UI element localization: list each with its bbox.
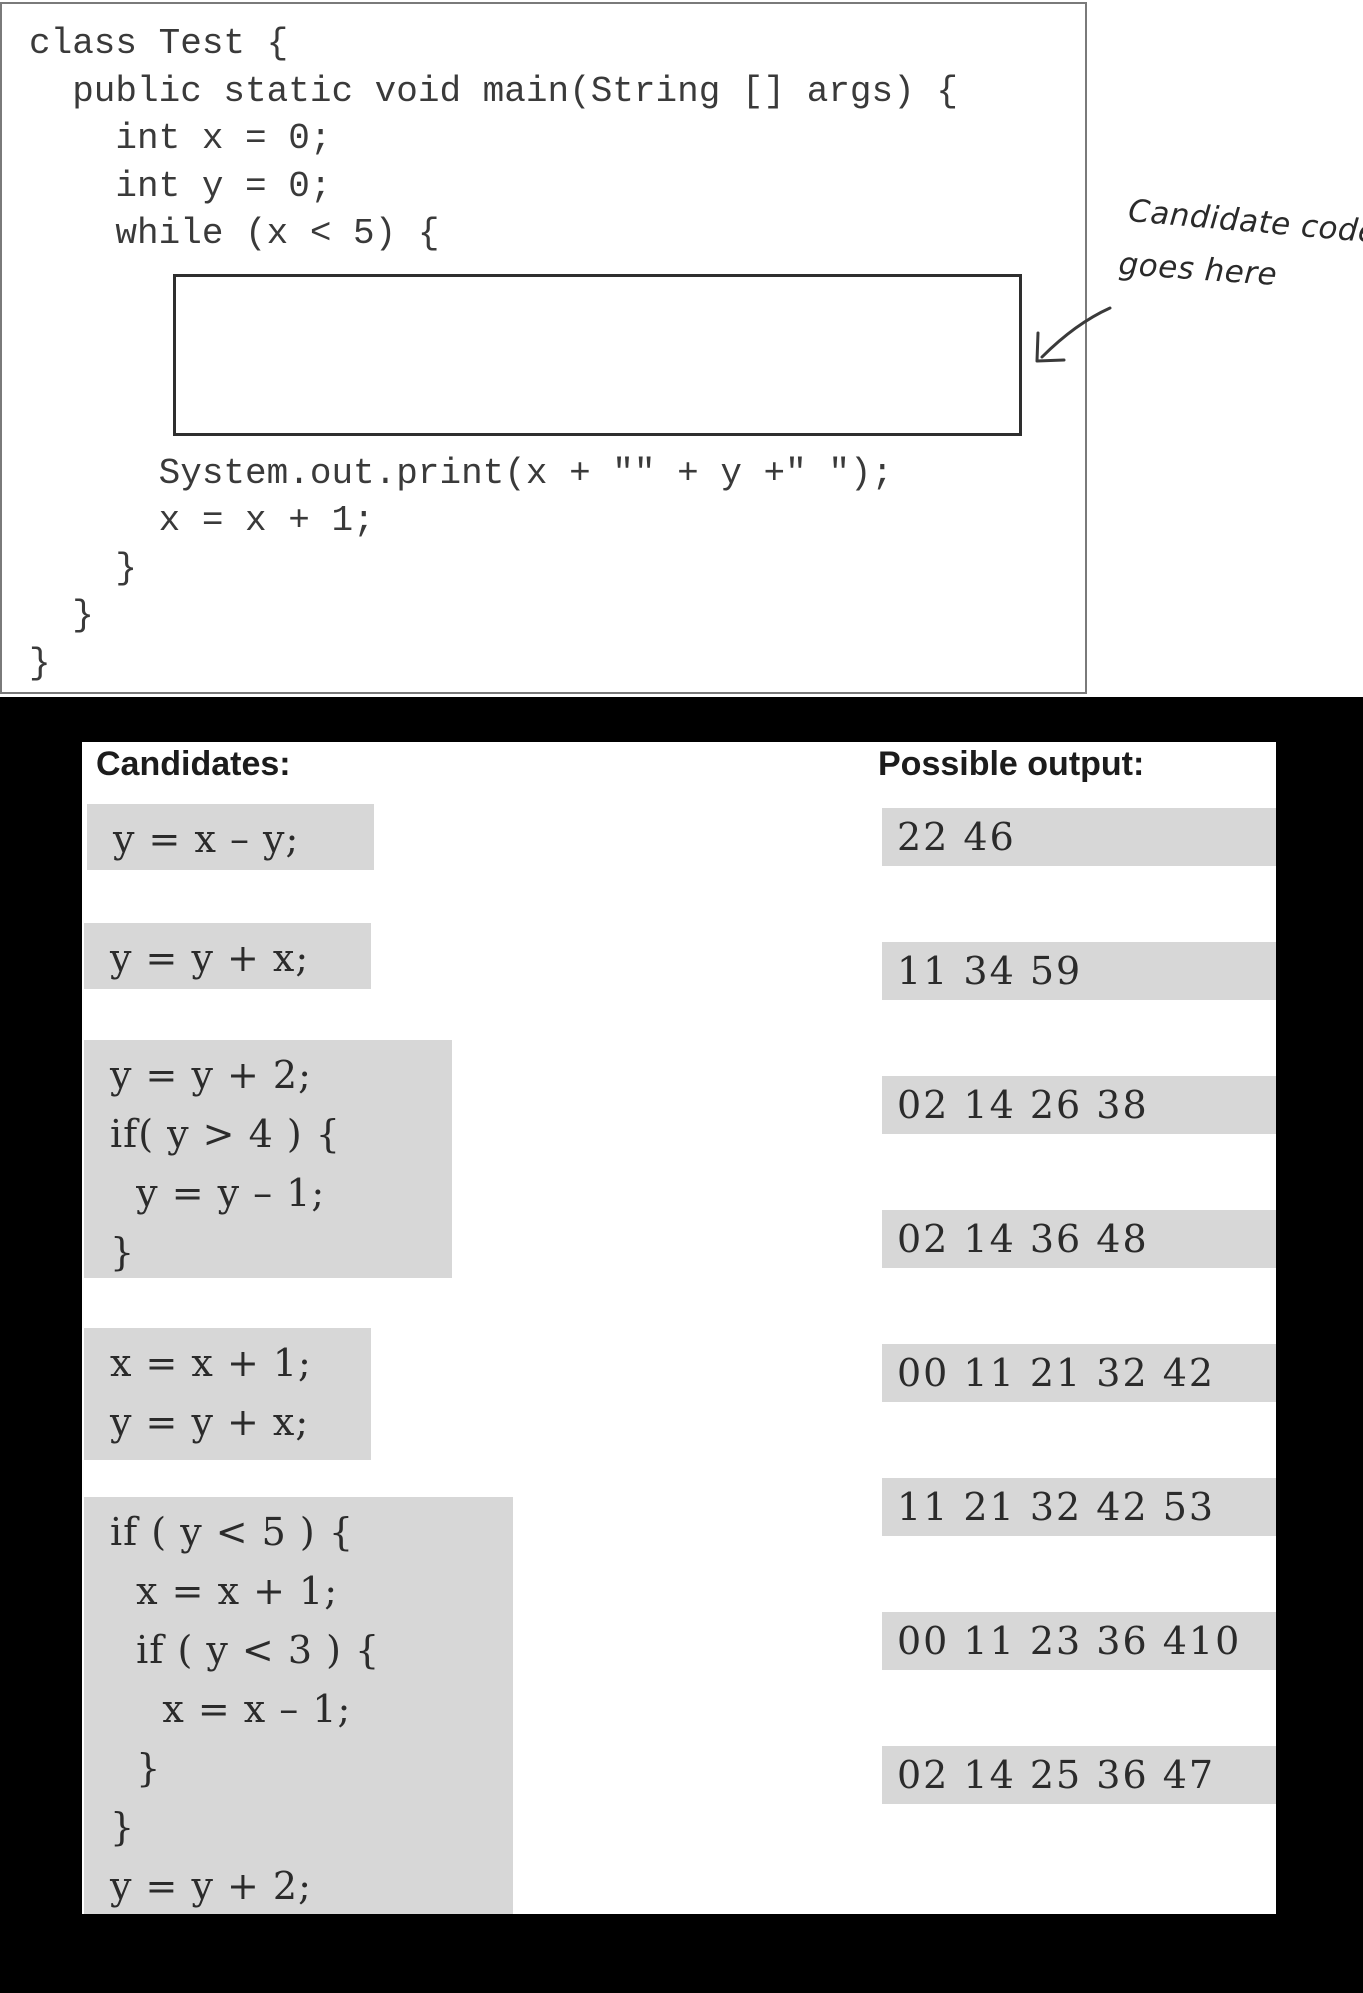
- possible-output-7[interactable]: 00 11 23 36 410: [882, 1612, 1276, 1670]
- candidate-code-line: y = y + x;: [110, 936, 310, 980]
- candidate-code-line: if ( y < 5 ) {: [110, 1510, 355, 1554]
- code-line: int x = 0;: [29, 118, 332, 159]
- candidate-code-line: }: [110, 1746, 162, 1790]
- candidate-snippet-4[interactable]: x = x + 1; y = y + x;: [84, 1328, 371, 1460]
- code-panel: class Test { public static void main(Str…: [0, 0, 1363, 697]
- candidate-code-line: x = x – 1;: [110, 1687, 352, 1731]
- annotation-line-2: goes here: [1117, 246, 1279, 293]
- possible-output-1[interactable]: 22 46: [882, 808, 1276, 866]
- annotation-arrow-icon: [1035, 306, 1112, 363]
- possible-output-heading: Possible output:: [878, 745, 1145, 783]
- candidates-heading: Candidates:: [96, 745, 291, 783]
- candidate-code-line: y = y + x;: [110, 1400, 310, 1444]
- candidate-code-slot: [173, 274, 1022, 436]
- possible-output-2[interactable]: 11 34 59: [882, 942, 1276, 1000]
- candidate-code-line: x = x + 1;: [110, 1341, 312, 1385]
- code-line: }: [29, 643, 51, 684]
- candidate-snippet-3[interactable]: y = y + 2; if( y > 4 ) { y = y – 1; }: [84, 1040, 452, 1278]
- candidate-code-line: y = y + 2;: [110, 1864, 312, 1908]
- code-line: System.out.print(x + "" + y +" ");: [29, 453, 894, 494]
- candidate-code-line: y = x – y;: [113, 817, 300, 861]
- code-line: }: [29, 595, 94, 636]
- candidate-snippet-5[interactable]: if ( y < 5 ) { x = x + 1; if ( y < 3 ) {…: [84, 1497, 513, 1914]
- possible-output-6[interactable]: 11 21 32 42 53: [882, 1478, 1276, 1536]
- code-line: int y = 0;: [29, 166, 332, 207]
- candidate-code-line: }: [110, 1230, 136, 1274]
- annotation-line-1: Candidate code: [1126, 193, 1363, 251]
- possible-output-8[interactable]: 02 14 25 36 47: [882, 1746, 1276, 1804]
- candidate-code-line: y = y – 1;: [110, 1171, 326, 1215]
- possible-output-3[interactable]: 02 14 26 38: [882, 1076, 1276, 1134]
- quiz-panel: Candidates: Possible output: y = x – y; …: [82, 742, 1276, 1914]
- code-line: x = x + 1;: [29, 500, 375, 541]
- code-listing: class Test { public static void main(Str…: [0, 2, 1087, 694]
- candidate-code-line: if ( y < 3 ) {: [110, 1628, 381, 1672]
- possible-output-5[interactable]: 00 11 21 32 42: [882, 1344, 1276, 1402]
- code-line: public static void main(String [] args) …: [29, 71, 958, 112]
- candidate-snippet-1[interactable]: y = x – y;: [87, 804, 374, 870]
- code-line: }: [29, 548, 138, 589]
- code-line: while (x < 5) {: [29, 213, 440, 254]
- candidate-code-line: }: [110, 1805, 136, 1849]
- candidate-code-line: if( y > 4 ) {: [110, 1112, 341, 1156]
- candidate-code-line: x = x + 1;: [110, 1569, 338, 1613]
- candidate-code-line: y = y + 2;: [110, 1053, 312, 1097]
- candidate-snippet-2[interactable]: y = y + x;: [84, 923, 371, 989]
- code-line: class Test {: [29, 23, 289, 64]
- possible-output-4[interactable]: 02 14 36 48: [882, 1210, 1276, 1268]
